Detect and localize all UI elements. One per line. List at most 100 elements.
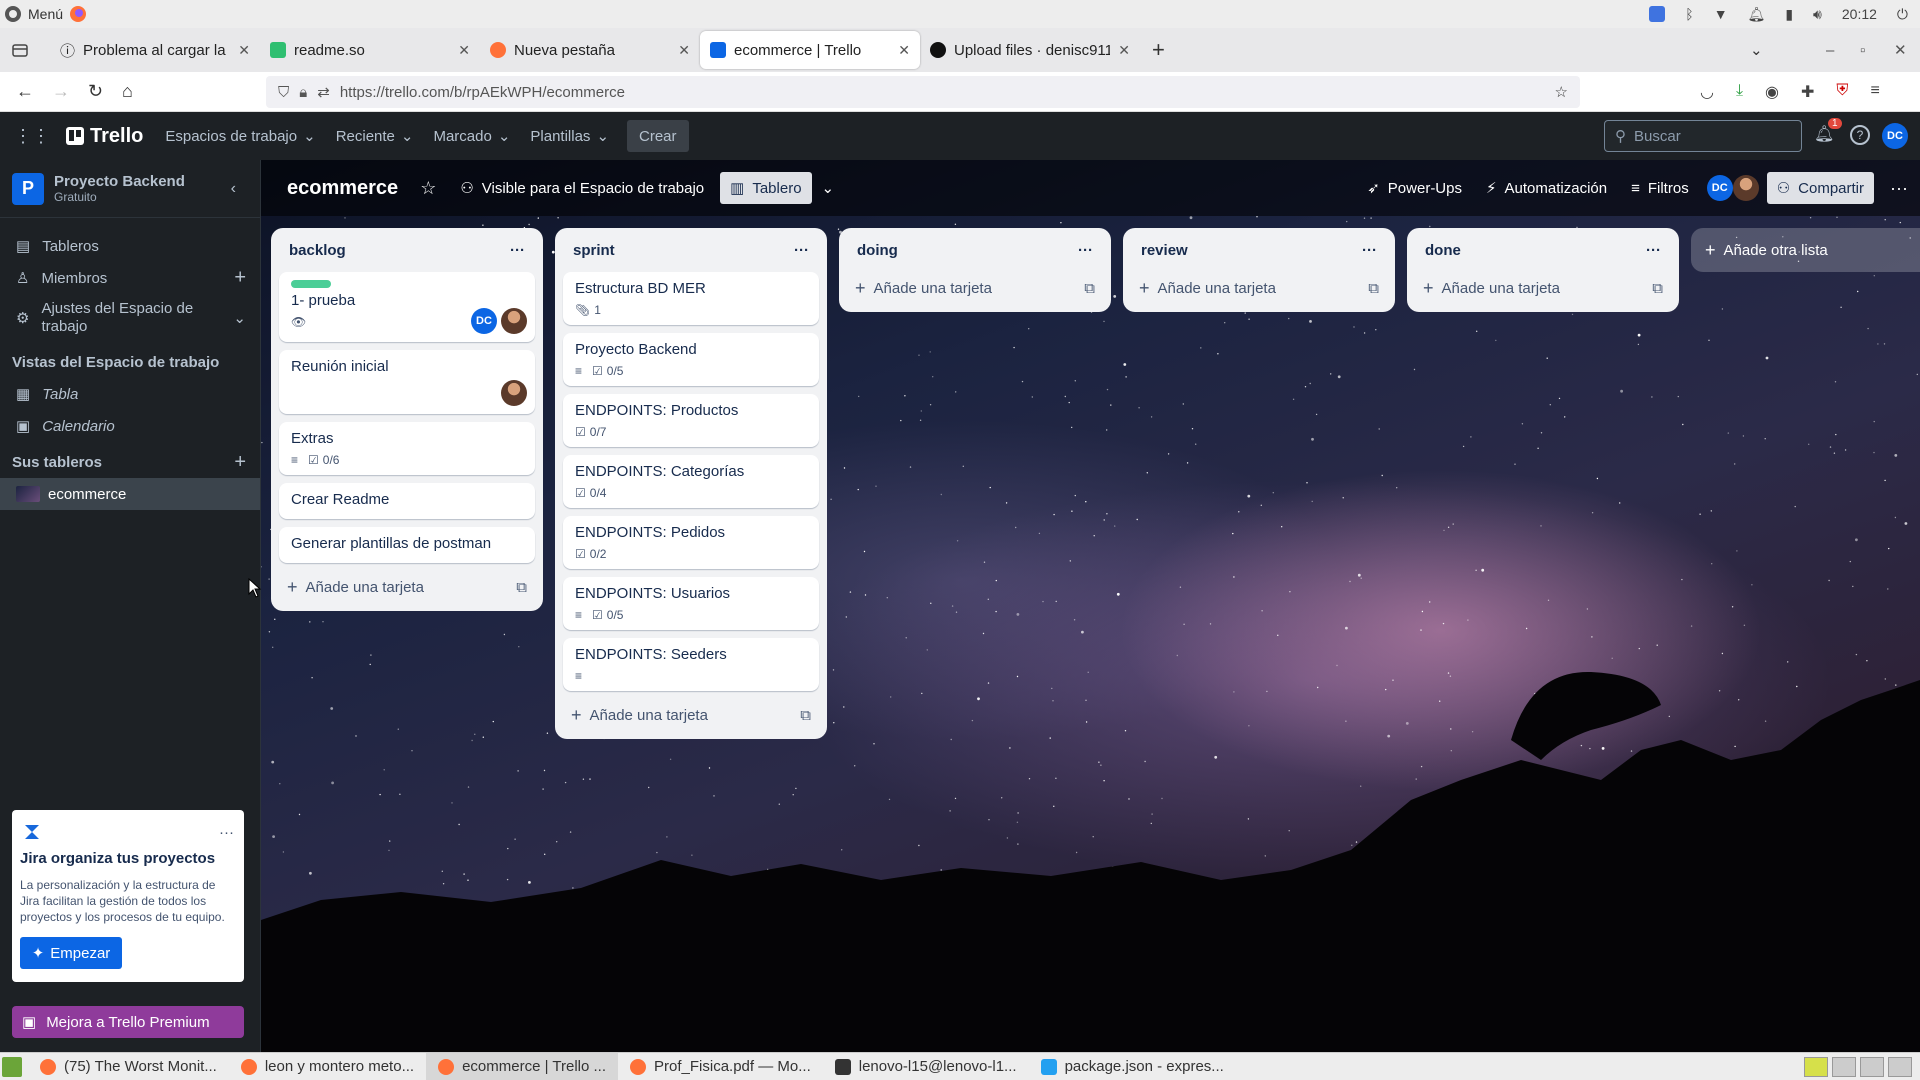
card-template-icon[interactable]: ⧉ xyxy=(1084,280,1095,297)
card-template-icon[interactable]: ⧉ xyxy=(516,579,527,596)
list-title[interactable]: sprint xyxy=(573,242,615,259)
list-menu-icon[interactable]: ··· xyxy=(794,242,809,259)
card-member-photo[interactable] xyxy=(501,308,527,334)
sidebar-board-ecommerce[interactable]: ecommerce xyxy=(0,478,260,510)
card[interactable]: ENDPOINTS: Categorías ☑ 0/4 xyxy=(563,455,819,508)
ublock-icon[interactable]: ⛨ xyxy=(1836,82,1848,102)
battery-icon[interactable]: ▮ xyxy=(1785,6,1793,23)
add-list-button[interactable]: + Añade otra lista xyxy=(1691,228,1920,272)
card-member-photo[interactable] xyxy=(501,380,527,406)
browser-tab-2[interactable]: Nueva pestaña ✕ xyxy=(480,32,700,68)
clock[interactable]: 20:12 xyxy=(1842,6,1877,22)
app-switcher-icon[interactable]: ⋮⋮ xyxy=(14,126,50,147)
card-template-icon[interactable]: ⧉ xyxy=(800,707,811,724)
add-card-button[interactable]: + Añade una tarjeta ⧉ xyxy=(1415,272,1671,304)
board-menu-icon[interactable]: ··· xyxy=(1890,178,1908,199)
card[interactable]: ENDPOINTS: Seeders ≡ xyxy=(563,638,819,691)
card-template-icon[interactable]: ⧉ xyxy=(1368,280,1379,297)
create-button[interactable]: Crear xyxy=(627,120,689,152)
card-member-avatar[interactable]: DC xyxy=(471,308,497,334)
list-menu-icon[interactable]: ··· xyxy=(510,242,525,259)
notifications-button[interactable]: 🔔︎ 1 xyxy=(1814,118,1842,144)
card[interactable]: ENDPOINTS: Productos ☑ 0/7 xyxy=(563,394,819,447)
list-title[interactable]: done xyxy=(1425,242,1461,259)
close-icon[interactable]: ✕ xyxy=(458,42,470,59)
filters-button[interactable]: ≡ Filtros xyxy=(1621,172,1699,204)
sidebar-item-boards[interactable]: ▤ Tableros xyxy=(0,230,260,262)
list-title[interactable]: backlog xyxy=(289,242,346,259)
browser-tab-3[interactable]: ecommerce | Trello ✕ xyxy=(700,31,920,69)
url-bar[interactable]: ⛉ 🔒︎ ⇄ https://trello.com/b/rpAEkWPH/eco… xyxy=(266,76,1580,108)
close-icon[interactable]: ✕ xyxy=(1118,42,1130,59)
board-member-photo[interactable] xyxy=(1732,175,1759,201)
upgrade-premium-button[interactable]: ▣ Mejora a Trello Premium xyxy=(12,1006,244,1038)
taskbar-item-4[interactable]: lenovo-l15@lenovo-l1... xyxy=(823,1053,1029,1080)
add-card-button[interactable]: + Añade una tarjeta ⧉ xyxy=(847,272,1103,304)
notification-bell-icon[interactable]: 🔔︎ xyxy=(1748,6,1766,23)
list-title[interactable]: doing xyxy=(857,242,898,259)
lock-icon[interactable]: 🔒︎ xyxy=(299,84,307,101)
minimize-icon[interactable]: – xyxy=(1826,42,1834,59)
browser-tab-1[interactable]: readme.so ✕ xyxy=(260,32,480,68)
pocket-icon[interactable]: ◡ xyxy=(1700,82,1714,102)
card-label[interactable] xyxy=(291,280,331,288)
collapse-sidebar-icon[interactable]: ‹ xyxy=(231,180,236,198)
permissions-icon[interactable]: ⇄ xyxy=(317,83,330,101)
list-menu-icon[interactable]: ··· xyxy=(1362,242,1377,259)
more-options-icon[interactable]: ··· xyxy=(219,824,234,841)
add-board-icon[interactable]: + xyxy=(234,451,246,474)
firefox-icon[interactable] xyxy=(69,5,87,23)
back-icon[interactable]: ← xyxy=(16,81,34,102)
sidebar-item-table-view[interactable]: ▦ Tabla xyxy=(0,378,260,410)
sidebar-item-calendar-view[interactable]: ▣ Calendario xyxy=(0,410,260,442)
chevron-down-icon[interactable]: ⌄ xyxy=(822,179,835,197)
account-icon[interactable]: ◉ xyxy=(1765,82,1779,102)
add-card-button[interactable]: + Añade una tarjeta ⧉ xyxy=(563,699,819,731)
user-avatar[interactable]: DC xyxy=(1882,123,1908,149)
tab-list-chevron-icon[interactable]: ⌄ xyxy=(1750,41,1763,59)
nav-recent[interactable]: Reciente ⌄ xyxy=(326,120,424,152)
bookmark-star-icon[interactable]: ☆ xyxy=(1555,83,1568,101)
taskbar-item-3[interactable]: Prof_Fisica.pdf — Mo... xyxy=(618,1053,823,1080)
nav-workspaces[interactable]: Espacios de trabajo ⌄ xyxy=(155,120,325,152)
add-member-icon[interactable]: + xyxy=(234,267,246,290)
list-menu-icon[interactable]: ··· xyxy=(1078,242,1093,259)
reload-icon[interactable]: ↻ xyxy=(88,81,103,102)
workspace-1[interactable] xyxy=(1804,1057,1828,1077)
search-input[interactable]: ⚲ Buscar xyxy=(1604,120,1802,152)
workspace-name[interactable]: Proyecto Backend xyxy=(54,173,185,190)
home-icon[interactable]: ⌂ xyxy=(122,81,133,102)
extensions-icon[interactable]: ✚ xyxy=(1801,82,1814,102)
star-icon[interactable]: ☆ xyxy=(420,178,436,199)
show-desktop-icon[interactable] xyxy=(2,1056,22,1077)
sidebar-item-settings[interactable]: ⚙ Ajustes del Espacio de trabajo ⌄ xyxy=(0,294,260,342)
card[interactable]: Estructura BD MER 📎︎ 1 xyxy=(563,272,819,325)
automation-button[interactable]: ⚡︎ Automatización xyxy=(1476,172,1617,204)
browser-tab-0[interactable]: ⓘ Problema al cargar la pág ✕ xyxy=(50,32,260,68)
taskbar-item-2[interactable]: ecommerce | Trello ... xyxy=(426,1052,619,1080)
board-title[interactable]: ecommerce xyxy=(287,177,398,200)
system-menu[interactable]: Menú xyxy=(0,5,87,23)
workspace-3[interactable] xyxy=(1860,1057,1884,1077)
card[interactable]: Extras ≡ ☑ 0/6 xyxy=(279,422,535,475)
card-template-icon[interactable]: ⧉ xyxy=(1652,280,1663,297)
nav-templates[interactable]: Plantillas ⌄ xyxy=(520,120,619,152)
card[interactable]: ENDPOINTS: Usuarios ≡ ☑ 0/5 xyxy=(563,577,819,630)
volume-icon[interactable]: 🔊︎ xyxy=(1813,6,1822,23)
card[interactable]: Reunión inicial xyxy=(279,350,535,414)
card[interactable]: Crear Readme xyxy=(279,483,535,519)
card[interactable]: 1- prueba 👁︎ DC xyxy=(279,272,535,342)
workspace-logo[interactable]: P xyxy=(12,172,44,205)
taskbar-item-1[interactable]: leon y montero meto... xyxy=(229,1053,426,1080)
bluetooth-icon[interactable]: ᛒ xyxy=(1685,6,1693,22)
card[interactable]: ENDPOINTS: Pedidos ☑ 0/2 xyxy=(563,516,819,569)
new-tab-icon[interactable]: + xyxy=(1152,37,1165,63)
wifi-icon[interactable]: ▼ xyxy=(1714,6,1728,22)
shield-icon[interactable]: ⛉ xyxy=(278,84,289,101)
nav-starred[interactable]: Marcado ⌄ xyxy=(423,120,520,152)
share-button[interactable]: ⚇ Compartir xyxy=(1766,172,1875,204)
help-icon[interactable]: ? xyxy=(1850,125,1870,145)
jira-start-button[interactable]: ✦ Empezar xyxy=(20,937,122,969)
sidebar-item-members[interactable]: ♙ Miembros + xyxy=(0,262,260,294)
power-icon[interactable]: ⏻ xyxy=(1897,6,1908,23)
